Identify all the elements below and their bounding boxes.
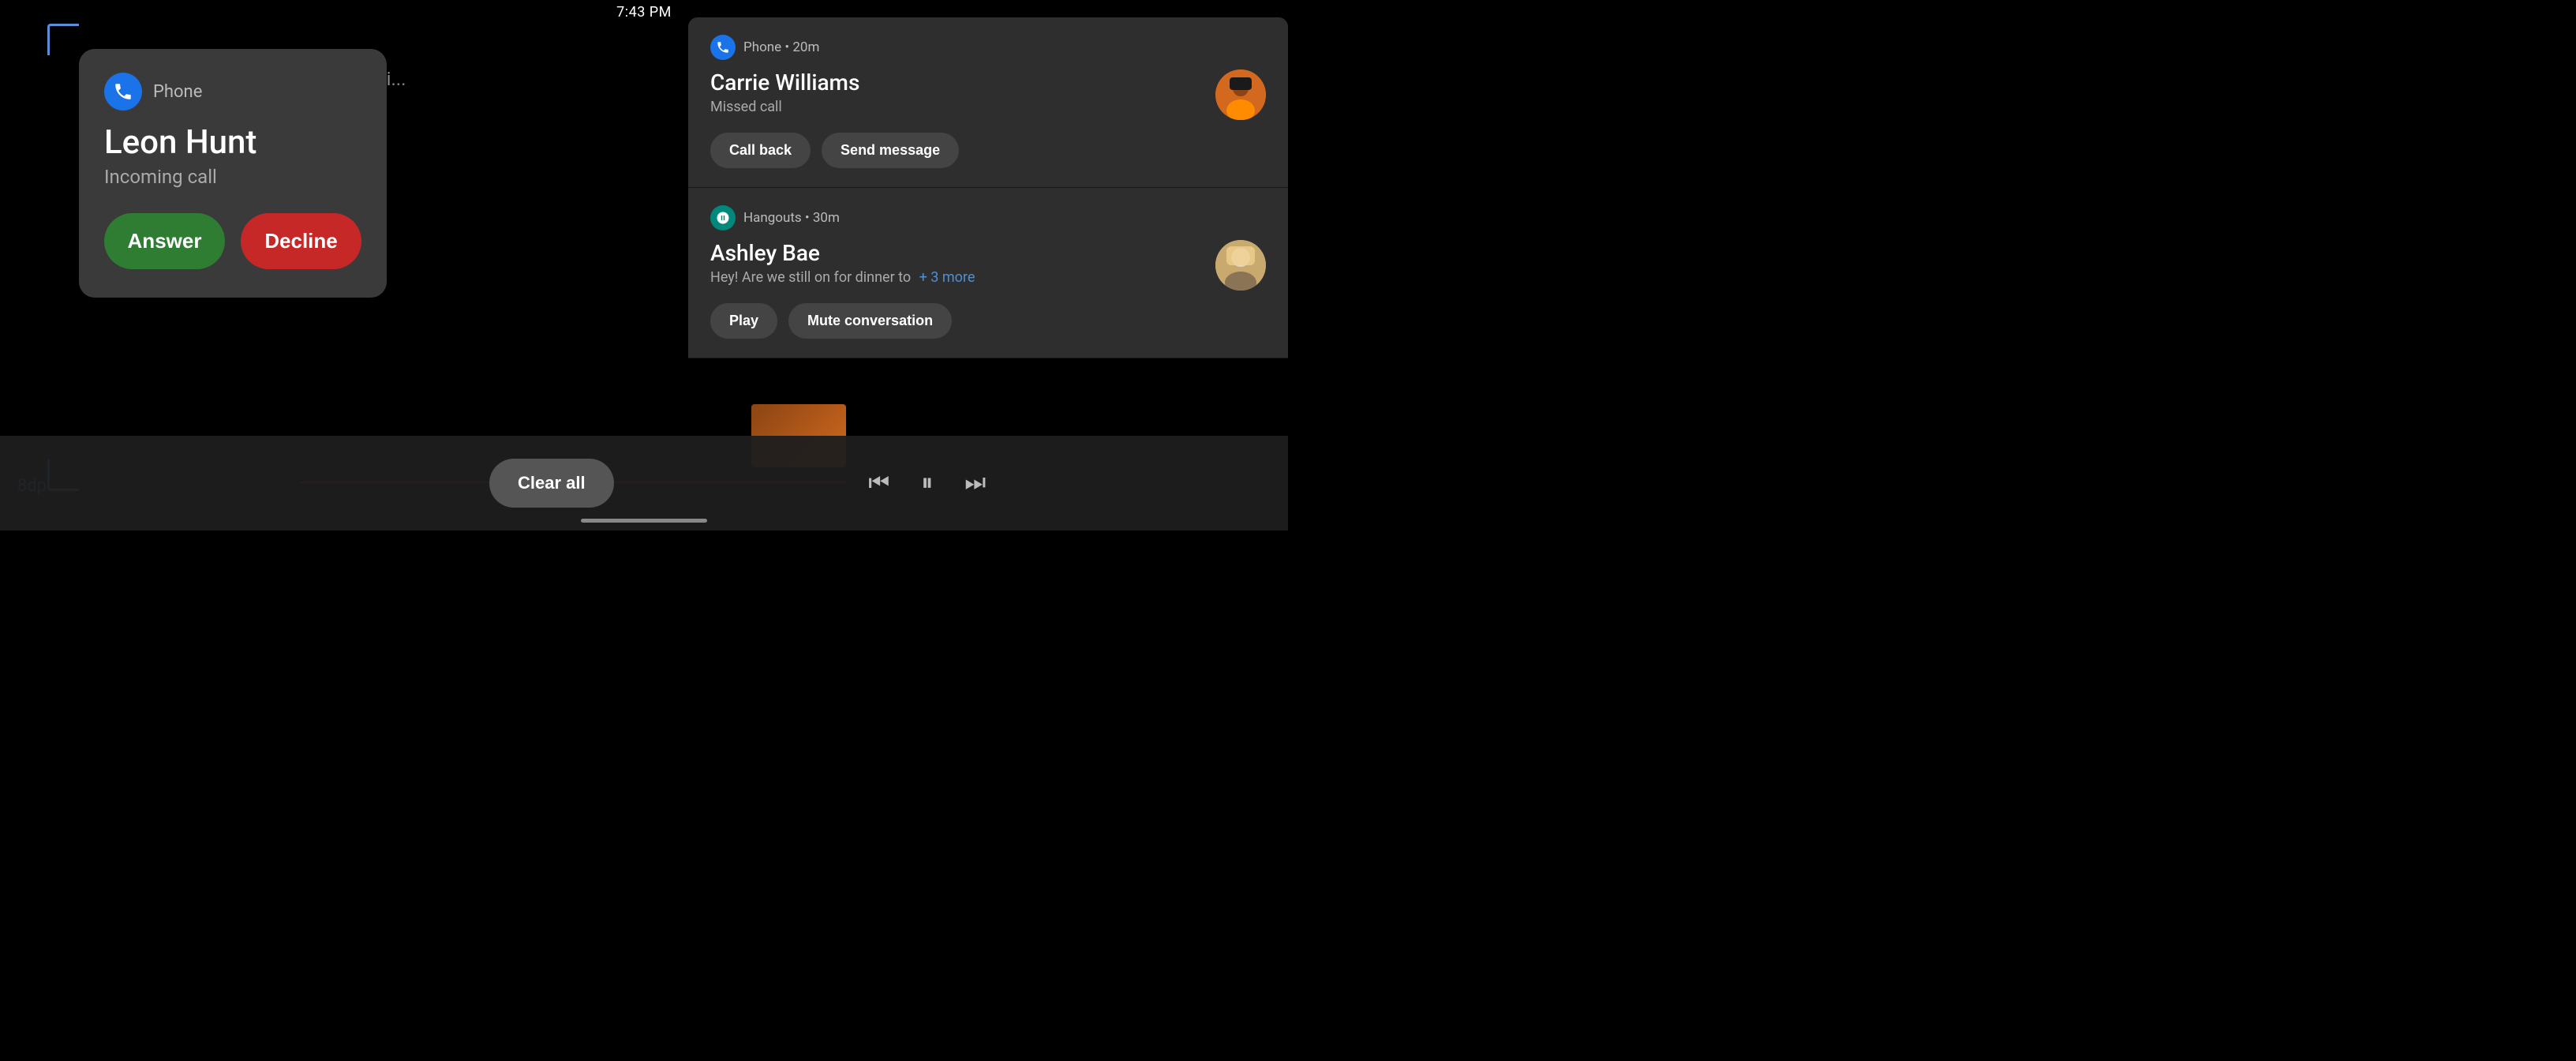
answer-button[interactable]: Answer bbox=[104, 213, 225, 269]
hangouts-notif-actions: Play Mute conversation bbox=[710, 303, 1266, 339]
phone-notif-app-row: Phone • 20m bbox=[710, 35, 1266, 60]
decline-button[interactable]: Decline bbox=[241, 213, 361, 269]
media-controls: ⏮ ⏸ ⏭ bbox=[614, 470, 1241, 497]
call-actions: Answer Decline bbox=[104, 213, 361, 269]
prev-track-button[interactable]: ⏮ bbox=[868, 470, 889, 497]
hangouts-notification-card: Hangouts • 30m Ashley Bae Hey! Are we st… bbox=[688, 188, 1288, 358]
clear-all-button[interactable]: Clear all bbox=[489, 459, 614, 508]
status-time: 7:43 PM bbox=[616, 4, 672, 21]
caller-name: Leon Hunt bbox=[104, 125, 361, 161]
hangouts-notif-app-row: Hangouts • 30m bbox=[710, 205, 1266, 231]
play-button[interactable]: Play bbox=[710, 303, 777, 339]
home-indicator bbox=[581, 519, 707, 523]
send-message-button[interactable]: Send message bbox=[822, 133, 959, 168]
next-track-button[interactable]: ⏭ bbox=[964, 470, 986, 497]
hangouts-message-subtitle: Hey! Are we still on for dinner to + 3 m… bbox=[710, 269, 1215, 286]
hangouts-notif-content: Ashley Bae Hey! Are we still on for dinn… bbox=[710, 240, 1266, 291]
phone-notif-content: Carrie Williams Missed call bbox=[710, 69, 1266, 120]
carrie-williams-name: Carrie Williams bbox=[710, 69, 1215, 96]
phone-notif-actions: Call back Send message bbox=[710, 133, 1266, 168]
corner-bracket-top-left bbox=[47, 24, 79, 55]
carrie-avatar bbox=[1215, 69, 1266, 120]
incoming-call-card: Phone Leon Hunt Incoming call Answer Dec… bbox=[79, 49, 387, 298]
call-card-header: Phone bbox=[104, 73, 361, 111]
call-back-button[interactable]: Call back bbox=[710, 133, 811, 168]
bottom-bar: Clear all ⏮ ⏸ ⏭ bbox=[0, 436, 1288, 530]
hangouts-notif-text: Ashley Bae Hey! Are we still on for dinn… bbox=[710, 240, 1215, 286]
status-bar: 7:43 PM bbox=[0, 0, 1288, 24]
hangouts-notif-app-name: Hangouts • 30m bbox=[743, 210, 840, 226]
more-count: + 3 more bbox=[919, 269, 975, 286]
ashley-bae-name: Ashley Bae bbox=[710, 240, 1215, 266]
mute-conversation-button[interactable]: Mute conversation bbox=[788, 303, 952, 339]
phone-notif-app-name: Phone • 20m bbox=[743, 39, 819, 55]
pause-button[interactable]: ⏸ bbox=[921, 470, 933, 497]
call-app-name: Phone bbox=[153, 82, 202, 102]
phone-app-icon bbox=[104, 73, 142, 111]
call-status-text: Incoming call bbox=[104, 166, 361, 188]
hangouts-notif-icon bbox=[710, 205, 736, 231]
phone-notif-text: Carrie Williams Missed call bbox=[710, 69, 1215, 115]
phone-notification-card: Phone • 20m Carrie Williams Missed call … bbox=[688, 17, 1288, 188]
phone-notif-icon bbox=[710, 35, 736, 60]
missed-call-subtitle: Missed call bbox=[710, 99, 1215, 115]
message-preview: Hey! Are we still on for dinner to bbox=[710, 269, 911, 286]
ashley-avatar bbox=[1215, 240, 1266, 291]
